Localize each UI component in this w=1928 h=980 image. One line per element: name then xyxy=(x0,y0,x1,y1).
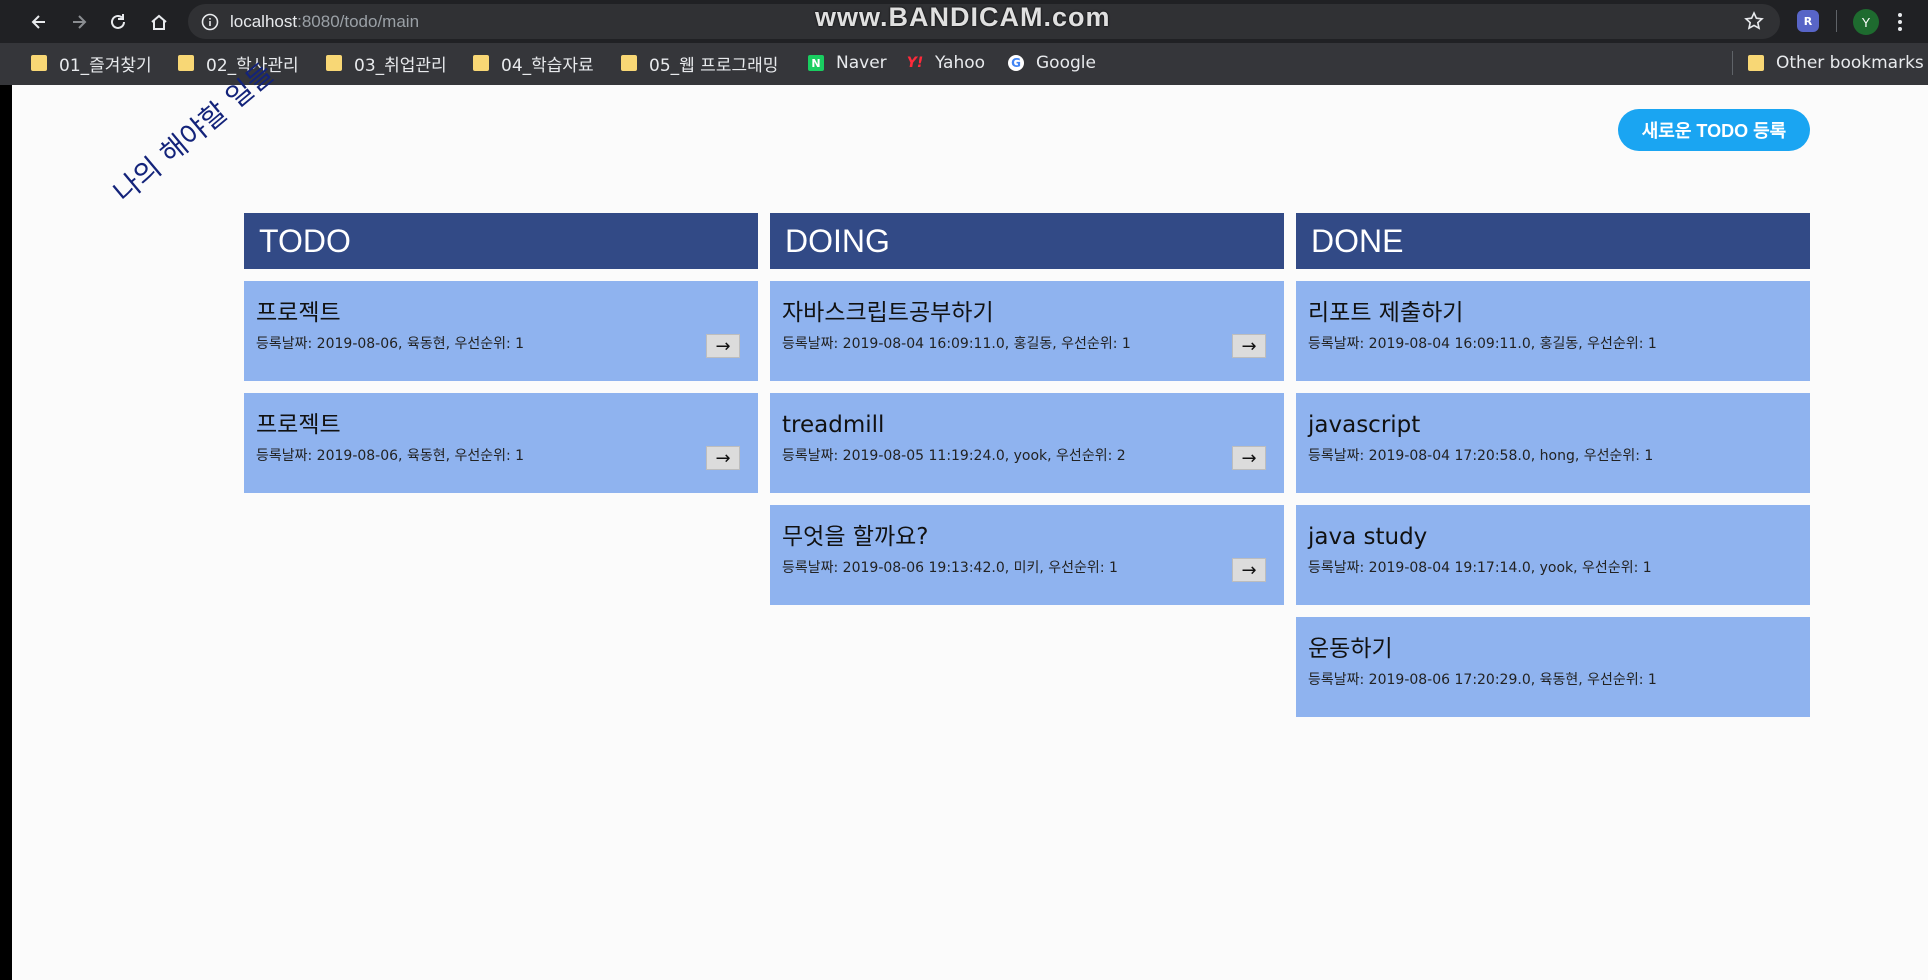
naver-icon: N xyxy=(808,55,824,71)
reload-button[interactable] xyxy=(104,8,132,36)
profile-avatar[interactable]: Y xyxy=(1853,9,1879,35)
new-todo-button[interactable]: 새로운 TODO 등록 xyxy=(1618,109,1810,151)
card-meta: 등록날짜: 2019-08-04 16:09:11.0, 홍길동, 우선순위: … xyxy=(1308,336,1657,352)
card-meta: 등록날짜: 2019-08-06, 육동현, 우선순위: 1 xyxy=(256,336,525,352)
google-icon: G xyxy=(1008,55,1024,71)
move-right-button[interactable]: → xyxy=(1232,446,1266,470)
todo-card: 프로젝트 등록날짜: 2019-08-06, 육동현, 우선순위: 1 → xyxy=(244,281,758,381)
recorder-watermark: www.BANDICAM.com xyxy=(815,2,1111,32)
folder-icon xyxy=(326,55,342,71)
doing-column: DOING 자바스크립트공부하기 등록날짜: 2019-08-04 16:09:… xyxy=(770,213,1284,617)
bookmark-naver[interactable]: N Naver xyxy=(808,51,887,75)
bookmark-folder[interactable]: 04_학습자료 xyxy=(473,51,594,76)
forward-button[interactable] xyxy=(65,8,93,36)
kebab-menu-icon[interactable] xyxy=(1896,11,1904,33)
move-right-button[interactable]: → xyxy=(706,446,740,470)
arrow-left-icon xyxy=(31,15,45,29)
bookmark-label: Yahoo xyxy=(935,53,986,73)
folder-icon xyxy=(621,55,637,71)
move-right-button[interactable]: → xyxy=(706,334,740,358)
bookmark-label: Naver xyxy=(836,53,887,73)
bookmark-folder[interactable]: 01_즐겨찾기 xyxy=(31,51,152,76)
card-meta: 등록날짜: 2019-08-06 17:20:29.0, 육동현, 우선순위: … xyxy=(1308,672,1657,688)
doing-card: 무엇을 할까요? 등록날짜: 2019-08-06 19:13:42.0, 미키… xyxy=(770,505,1284,605)
browser-toolbar: localhost:8080/todo/main www.BANDICAM.co… xyxy=(0,0,1928,43)
folder-icon xyxy=(473,55,489,71)
done-column: DONE 리포트 제출하기 등록날짜: 2019-08-04 16:09:11.… xyxy=(1296,213,1810,729)
column-header: DONE xyxy=(1296,213,1810,269)
card-title: 프로젝트 xyxy=(256,300,341,326)
url-text: localhost:8080/todo/main xyxy=(230,12,420,31)
bookmark-label: 04_학습자료 xyxy=(501,55,594,76)
done-card: 리포트 제출하기 등록날짜: 2019-08-04 16:09:11.0, 홍길… xyxy=(1296,281,1810,381)
done-card: java study 등록날짜: 2019-08-04 19:17:14.0, … xyxy=(1296,505,1810,605)
bookmark-google[interactable]: G Google xyxy=(1008,51,1096,75)
column-header: DOING xyxy=(770,213,1284,269)
card-title: 무엇을 할까요? xyxy=(782,524,929,550)
folder-icon xyxy=(1748,55,1764,71)
home-button[interactable] xyxy=(145,8,173,36)
card-title: 운동하기 xyxy=(1308,636,1393,662)
doing-card: treadmill 등록날짜: 2019-08-05 11:19:24.0, y… xyxy=(770,393,1284,493)
arrow-right-icon xyxy=(73,15,87,29)
info-icon xyxy=(201,13,219,31)
page-content: 나의 해야할 일들 새로운 TODO 등록 TODO 프로젝트 등록날짜: 20… xyxy=(12,56,1928,980)
card-title: 리포트 제출하기 xyxy=(1308,300,1464,326)
bookmark-yahoo[interactable]: Y! Yahoo xyxy=(907,51,985,75)
card-title: treadmill xyxy=(782,412,885,438)
card-meta: 등록날짜: 2019-08-06 19:13:42.0, 미키, 우선순위: 1 xyxy=(782,560,1118,576)
bookmark-star-icon[interactable] xyxy=(1744,11,1764,31)
other-bookmarks[interactable]: Other bookmarks xyxy=(1748,51,1924,75)
bookmark-label: Google xyxy=(1036,53,1096,73)
bookmark-folder[interactable]: 05_웹 프로그래밍 xyxy=(621,51,779,76)
card-title: 자바스크립트공부하기 xyxy=(782,300,994,326)
card-title: java study xyxy=(1308,524,1428,550)
column-header: TODO xyxy=(244,213,758,269)
bookmarks-divider xyxy=(1732,51,1733,75)
bookmarks-bar: 01_즐겨찾기 02_학사관리 03_취업관리 04_학습자료 05_웹 프로그… xyxy=(0,43,1928,85)
move-right-button[interactable]: → xyxy=(1232,558,1266,582)
card-meta: 등록날짜: 2019-08-05 11:19:24.0, yook, 우선순위:… xyxy=(782,448,1126,464)
done-card: javascript 등록날짜: 2019-08-04 17:20:58.0, … xyxy=(1296,393,1810,493)
card-title: javascript xyxy=(1308,412,1421,438)
doing-card: 자바스크립트공부하기 등록날짜: 2019-08-04 16:09:11.0, … xyxy=(770,281,1284,381)
folder-icon xyxy=(31,55,47,71)
home-icon xyxy=(151,14,167,30)
toolbar-divider xyxy=(1836,10,1837,32)
card-meta: 등록날짜: 2019-08-06, 육동현, 우선순위: 1 xyxy=(256,448,525,464)
card-title: 프로젝트 xyxy=(256,412,341,438)
extension-icon[interactable]: R xyxy=(1797,10,1819,32)
folder-icon xyxy=(178,55,194,71)
card-meta: 등록날짜: 2019-08-04 16:09:11.0, 홍길동, 우선순위: … xyxy=(782,336,1131,352)
bookmark-label: Other bookmarks xyxy=(1776,53,1924,73)
todo-card: 프로젝트 등록날짜: 2019-08-06, 육동현, 우선순위: 1 → xyxy=(244,393,758,493)
done-card: 운동하기 등록날짜: 2019-08-06 17:20:29.0, 육동현, 우… xyxy=(1296,617,1810,717)
bookmark-label: 05_웹 프로그래밍 xyxy=(649,55,779,76)
todo-column: TODO 프로젝트 등록날짜: 2019-08-06, 육동현, 우선순위: 1… xyxy=(244,213,758,505)
card-meta: 등록날짜: 2019-08-04 17:20:58.0, hong, 우선순위:… xyxy=(1308,448,1654,464)
yahoo-icon: Y! xyxy=(906,55,924,71)
bookmark-label: 03_취업관리 xyxy=(354,55,447,76)
bookmark-folder[interactable]: 03_취업관리 xyxy=(326,51,447,76)
bookmark-label: 01_즐겨찾기 xyxy=(59,55,152,76)
move-right-button[interactable]: → xyxy=(1232,334,1266,358)
back-button[interactable] xyxy=(25,8,53,36)
reload-icon xyxy=(111,14,125,29)
card-meta: 등록날짜: 2019-08-04 19:17:14.0, yook, 우선순위:… xyxy=(1308,560,1652,576)
